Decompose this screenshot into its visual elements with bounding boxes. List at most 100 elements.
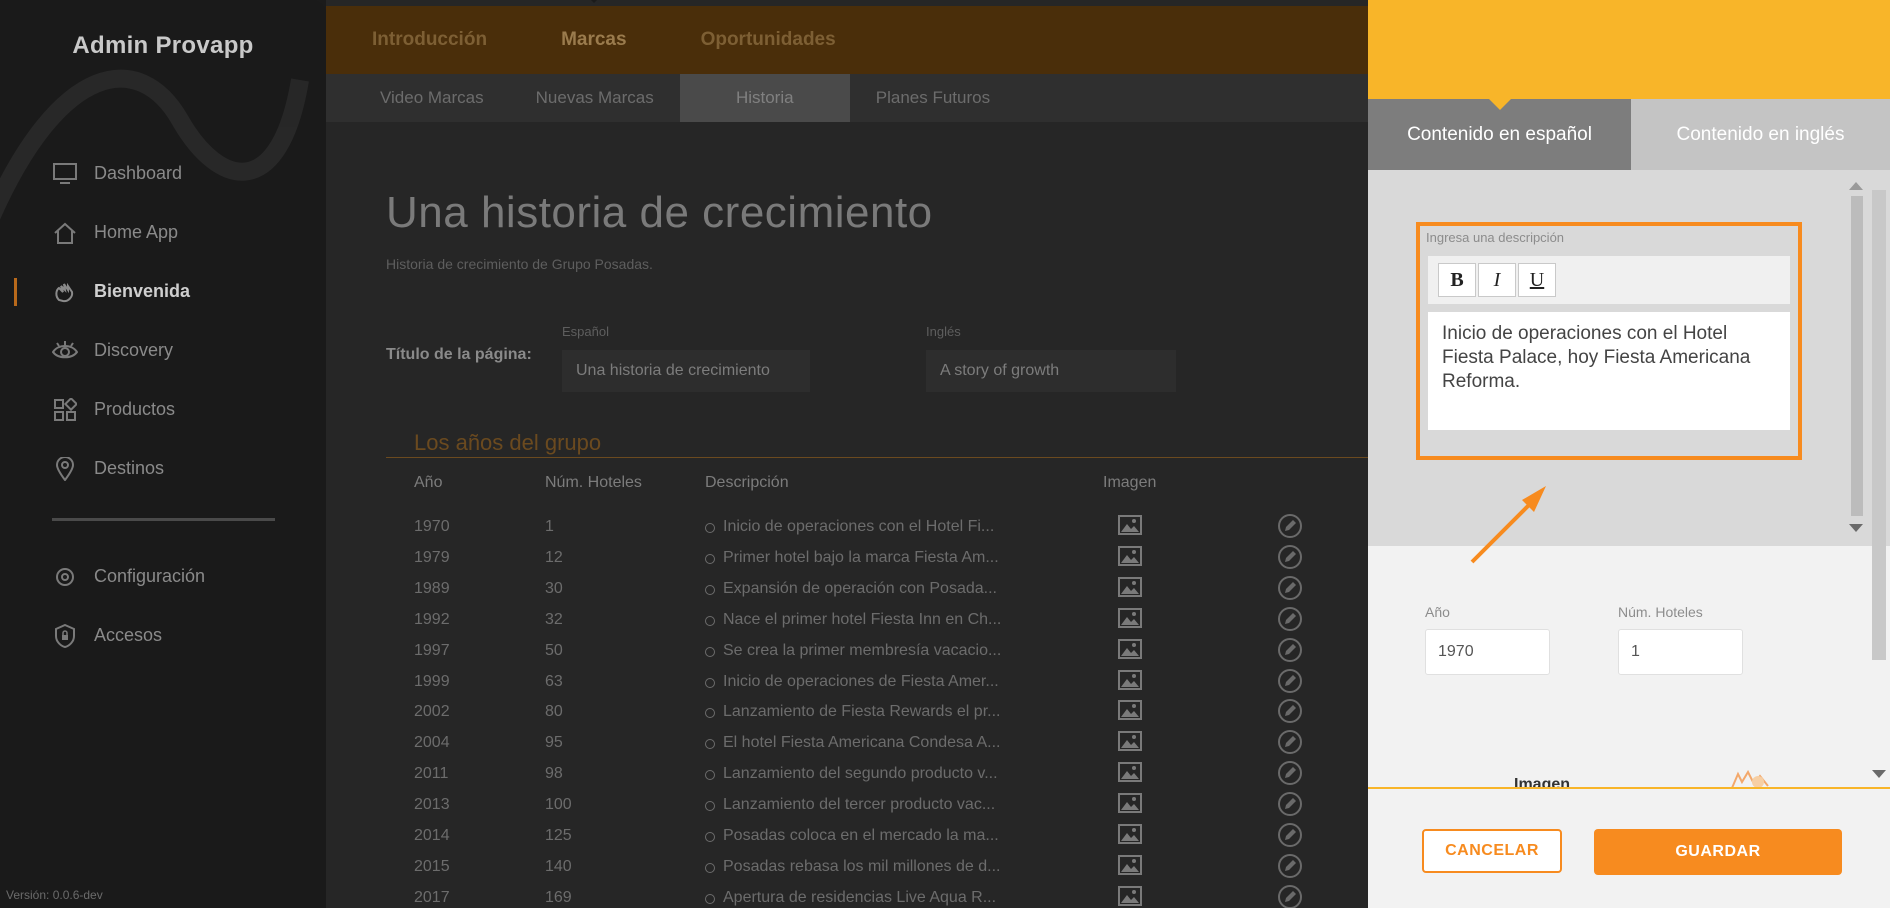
subnav-historia[interactable]: Historia — [679, 74, 850, 122]
edit-pencil-icon[interactable] — [1278, 514, 1302, 538]
sidebar-item-dashboard[interactable]: Dashboard — [0, 144, 326, 203]
home-icon — [52, 220, 78, 246]
image-icon[interactable] — [1118, 515, 1142, 535]
bullet-icon — [705, 553, 715, 564]
row-description: Posadas coloca en el mercado la ma... — [723, 827, 999, 844]
col-header-hotels: Núm. Hoteles — [545, 474, 642, 491]
panel-scroll-down-icon[interactable] — [1872, 770, 1886, 778]
section-header: Los años del grupo — [386, 430, 1368, 458]
image-icon[interactable] — [1118, 576, 1142, 597]
image-icon[interactable] — [1118, 793, 1142, 814]
sidebar-item-label: Home App — [94, 222, 179, 242]
panel-scrollbar-thumb[interactable] — [1872, 190, 1886, 660]
edit-pencil-icon[interactable] — [1278, 637, 1302, 662]
row-hotels: 50 — [545, 641, 563, 659]
italic-button[interactable]: I — [1478, 263, 1516, 297]
sidebar-item-destinos[interactable]: Destinos — [0, 439, 326, 498]
year-input[interactable]: 1970 — [1425, 629, 1550, 675]
sidebar-item-label: Configuración — [94, 566, 206, 586]
row-hotels: 30 — [545, 579, 563, 597]
image-icon[interactable] — [1118, 762, 1142, 783]
sidebar-item-configuracion[interactable]: Configuración — [0, 547, 326, 606]
title-english-input[interactable]: A story of growth — [926, 350, 1176, 392]
row-description: Se crea la primer membresía vacacio... — [723, 641, 1002, 659]
subnav-planes-futuros[interactable]: Planes Futuros — [850, 74, 1016, 122]
image-icon[interactable] — [1118, 854, 1142, 875]
shield-lock-icon — [52, 623, 78, 649]
spanish-label: Español — [562, 324, 609, 339]
topnav-oportunidades[interactable]: Oportunidades — [701, 29, 836, 51]
table-row: 1989 30 Expansión de operación con Posada.… — [326, 575, 1368, 606]
topnav-marcas[interactable]: Marcas — [561, 0, 627, 51]
edit-pencil-icon[interactable] — [1278, 853, 1302, 878]
editor-scrollbar[interactable] — [1846, 178, 1866, 538]
description-textarea[interactable]: Inicio de operaciones con el Hotel Fiest… — [1428, 312, 1790, 430]
scroll-down-icon[interactable] — [1849, 524, 1863, 532]
bullet-icon — [705, 862, 715, 873]
edit-pencil-icon[interactable] — [1278, 730, 1302, 755]
row-description: Lanzamiento del tercer producto vac... — [723, 796, 996, 814]
table-row: 2013 100 Lanzamiento del tercer producto v… — [326, 791, 1368, 822]
edit-pencil-icon[interactable] — [1278, 884, 1302, 908]
cancel-button[interactable]: CANCELAR — [1422, 829, 1562, 873]
table-row: 1979 12 Primer hotel bajo la marca Fiesta … — [326, 544, 1368, 575]
row-hotels: 95 — [545, 734, 563, 752]
scroll-up-icon[interactable] — [1849, 182, 1863, 190]
edit-pencil-icon[interactable] — [1278, 668, 1302, 693]
image-icon[interactable] — [1118, 607, 1142, 628]
row-year: 1997 — [414, 641, 450, 659]
main-content: Introducción Marcas Oportunidades Video … — [326, 0, 1368, 908]
sidebar-item-label: Accesos — [94, 625, 163, 645]
image-icon[interactable] — [1118, 669, 1142, 690]
table-row: 2002 80 Lanzamiento de Fiesta Rewards el p… — [326, 698, 1368, 729]
edit-pencil-icon[interactable] — [1278, 699, 1302, 724]
image-icon[interactable] — [1118, 700, 1142, 721]
sidebar-item-accesos[interactable]: Accesos — [0, 606, 326, 665]
image-icon[interactable] — [1118, 731, 1142, 752]
col-header-description: Descripción — [705, 474, 789, 491]
title-spanish-input[interactable]: Una historia de crecimiento — [562, 350, 810, 392]
image-icon[interactable] — [1118, 638, 1142, 659]
description-scroll-area: Ingresa una descripción B I U Inicio de … — [1368, 170, 1890, 564]
sidebar-divider — [52, 518, 275, 521]
subnav-nuevas-marcas[interactable]: Nuevas Marcas — [510, 74, 680, 122]
panel-scrollbar[interactable] — [1868, 170, 1890, 790]
row-hotels: 169 — [545, 888, 572, 906]
sidebar-item-home-app[interactable]: Home App — [0, 203, 326, 262]
sidebar-item-discovery[interactable]: Discovery — [0, 321, 326, 380]
title-field-label: Título de la página: — [386, 346, 532, 363]
bullet-icon — [705, 646, 715, 657]
edit-pencil-icon[interactable] — [1278, 606, 1302, 631]
row-year: 1992 — [414, 610, 450, 628]
sidebar-item-productos[interactable]: Productos — [0, 380, 326, 439]
bold-button[interactable]: B — [1438, 263, 1476, 297]
hotels-input[interactable]: 1 — [1618, 629, 1743, 675]
edit-pencil-icon[interactable] — [1278, 544, 1302, 569]
underline-button[interactable]: U — [1518, 263, 1556, 297]
tab-english-content[interactable]: Contenido en inglés — [1631, 99, 1890, 170]
save-button[interactable]: GUARDAR — [1594, 829, 1842, 875]
bullet-icon — [705, 677, 715, 688]
subnav-video-marcas[interactable]: Video Marcas — [354, 74, 510, 122]
image-icon[interactable] — [1118, 885, 1142, 906]
row-hotels: 1 — [545, 518, 554, 535]
image-icon[interactable] — [1118, 824, 1142, 844]
grid-icon — [52, 397, 78, 423]
tab-spanish-content[interactable]: Contenido en español — [1368, 99, 1631, 170]
image-icon[interactable] — [1118, 545, 1142, 566]
english-label: Inglés — [926, 324, 961, 339]
description-editor-highlight: Ingresa una descripción B I U Inicio de … — [1416, 222, 1802, 460]
edit-pencil-icon[interactable] — [1278, 761, 1302, 786]
table-row: 1999 63 Inicio de operaciones de Fiesta Am… — [326, 668, 1368, 699]
sub-navigation: Video Marcas Nuevas Marcas Historia Plan… — [326, 74, 1368, 122]
row-description: Lanzamiento de Fiesta Rewards el pr... — [723, 703, 1001, 721]
sidebar-item-bienvenida[interactable]: Bienvenida — [0, 262, 326, 321]
row-hotels: 140 — [545, 857, 572, 875]
edit-pencil-icon[interactable] — [1278, 575, 1302, 600]
annotation-arrow — [1470, 486, 1546, 564]
row-year: 1979 — [414, 548, 450, 566]
edit-pencil-icon[interactable] — [1278, 823, 1302, 847]
topnav-introduccion[interactable]: Introducción — [372, 29, 487, 51]
scrollbar-track[interactable] — [1851, 196, 1863, 516]
edit-pencil-icon[interactable] — [1278, 792, 1302, 817]
